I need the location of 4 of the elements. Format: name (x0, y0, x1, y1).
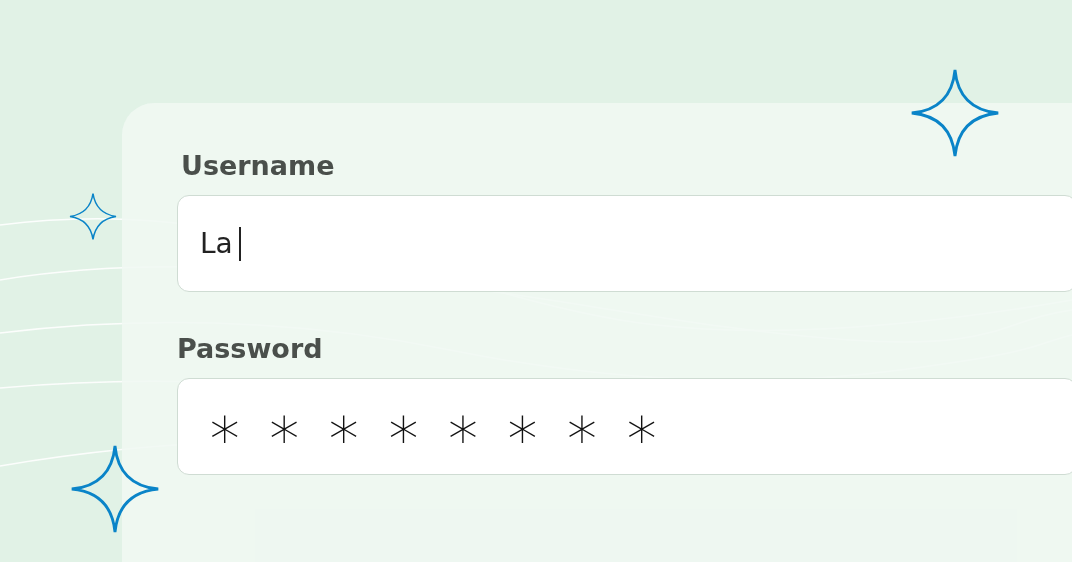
username-field[interactable]: La (177, 195, 1072, 292)
field-label: Password (177, 332, 323, 366)
field-label: Username (181, 149, 335, 183)
password-field[interactable]: ∗∗∗∗∗∗∗∗ (177, 378, 1072, 475)
